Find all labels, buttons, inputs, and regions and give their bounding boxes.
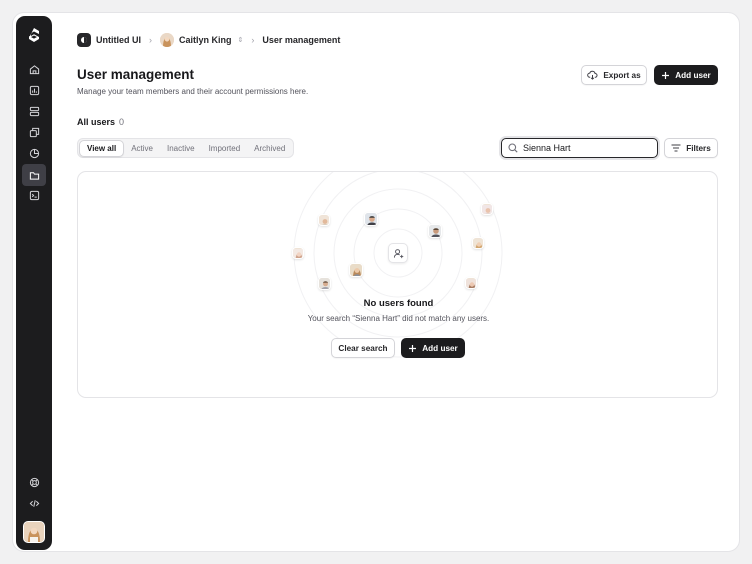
users-count: 0: [119, 117, 125, 127]
avatar: [481, 203, 493, 215]
empty-add-user-button[interactable]: Add user: [401, 338, 465, 358]
home-icon[interactable]: [25, 60, 43, 78]
user-avatar[interactable]: [23, 521, 45, 543]
filter-tabs: View all Active Inactive Imported Archiv…: [77, 138, 295, 158]
cloud-download-icon: [587, 70, 598, 80]
tab-archived[interactable]: Archived: [247, 140, 292, 157]
page-title: User management: [77, 67, 195, 82]
workspace-logo-icon: [77, 33, 91, 47]
breadcrumb: Untitled UI › Caitlyn King ⇕ › User mana…: [77, 31, 340, 49]
search-input[interactable]: [523, 143, 643, 153]
breadcrumb-current-page: User management: [262, 35, 341, 45]
code-icon[interactable]: [25, 494, 43, 512]
add-user-button[interactable]: Add user: [654, 65, 718, 85]
users-heading: All users 0: [77, 117, 124, 127]
background-rings: [293, 172, 503, 358]
search-icon: [508, 143, 518, 153]
chevron-right-icon: ›: [149, 35, 152, 45]
copy-icon[interactable]: [25, 123, 43, 141]
add-user-button-label: Add user: [675, 70, 711, 80]
tab-inactive[interactable]: Inactive: [160, 140, 202, 157]
avatar: [292, 247, 304, 259]
clear-search-button-label: Clear search: [338, 343, 388, 353]
empty-state-title: No users found: [363, 298, 434, 309]
tab-imported[interactable]: Imported: [202, 140, 248, 157]
add-user-icon: [388, 243, 408, 263]
plus-icon: [409, 344, 417, 352]
terminal-icon[interactable]: [25, 186, 43, 204]
tab-active[interactable]: Active: [124, 140, 160, 157]
empty-state-card: No users found Your search “Sienna Hart”…: [77, 171, 718, 398]
empty-state-message: Your search “Sienna Hart” did not match …: [307, 314, 490, 323]
app-window: Untitled UI › Caitlyn King ⇕ › User mana…: [12, 12, 740, 552]
layers-icon[interactable]: [25, 102, 43, 120]
empty-add-user-button-label: Add user: [422, 343, 458, 353]
clear-search-button[interactable]: Clear search: [331, 338, 395, 358]
export-button-label: Export as: [603, 70, 641, 80]
page-subtitle: Manage your team members and their accou…: [77, 87, 309, 96]
avatar: [465, 277, 477, 289]
avatar: [428, 224, 442, 238]
filters-button-label: Filters: [686, 143, 711, 153]
filter-lines-icon: [671, 144, 681, 152]
logo-icon[interactable]: [25, 26, 43, 44]
plus-icon: [662, 71, 670, 79]
tab-view-all[interactable]: View all: [79, 139, 125, 157]
chevron-right-icon: ›: [251, 35, 255, 45]
avatar: [318, 214, 330, 226]
avatar: [349, 263, 363, 277]
bar-chart-icon[interactable]: [25, 81, 43, 99]
pie-chart-icon[interactable]: [25, 144, 43, 162]
filters-button[interactable]: Filters: [664, 138, 718, 158]
avatar: [472, 237, 484, 249]
search-field[interactable]: [501, 138, 658, 158]
chevron-selector-icon[interactable]: ⇕: [238, 36, 244, 44]
breadcrumb-workspace[interactable]: Untitled UI: [96, 35, 141, 45]
breadcrumb-user-avatar: [160, 33, 174, 47]
sidebar: [16, 16, 52, 550]
avatar: [318, 277, 331, 290]
folder-icon[interactable]: [22, 164, 46, 186]
users-heading-label: All users: [77, 117, 116, 127]
support-icon[interactable]: [25, 473, 43, 491]
avatar: [364, 212, 378, 226]
breadcrumb-user[interactable]: Caitlyn King: [179, 35, 232, 45]
export-button[interactable]: Export as: [581, 65, 647, 85]
